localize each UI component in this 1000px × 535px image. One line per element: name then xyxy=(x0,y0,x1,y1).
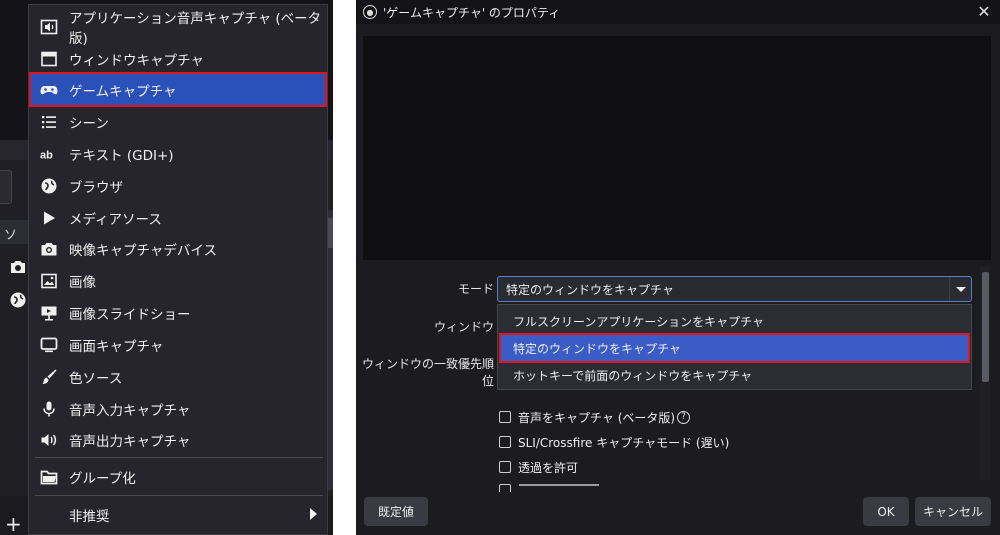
camera-icon xyxy=(9,258,27,276)
dialog-footer: 既定値 OK キャンセル xyxy=(356,492,1000,535)
obs-sources-panel: ソ + アプリケーション音声キャプチャ (ベータ版) ウィンドウキャプチャ ゲー… xyxy=(0,0,333,535)
folder-icon xyxy=(39,467,59,487)
scene-filter-field[interactable] xyxy=(0,170,12,204)
allow-transparency-row[interactable]: 透過を許可 xyxy=(499,457,578,477)
match-priority-label: ウィンドウの一致優先順位 xyxy=(361,357,494,388)
add-source-icon[interactable]: + xyxy=(5,514,22,534)
properties-scrollbar[interactable] xyxy=(980,266,990,480)
menu-item-label: 画像スライドショー xyxy=(69,306,191,323)
mode-select[interactable]: 特定のウィンドウをキャプチャ xyxy=(497,276,972,302)
microphone-icon xyxy=(39,399,59,419)
sources-dock-header: ソ xyxy=(0,220,30,244)
sli-crossfire-checkbox[interactable] xyxy=(499,436,511,448)
globe-icon xyxy=(9,291,27,309)
help-icon[interactable]: ? xyxy=(677,410,691,424)
dialog-titlebar: ● 'ゲームキャプチャ' のプロパティ ✕ xyxy=(356,0,1000,24)
menu-item-image-slideshow[interactable]: 画像スライドショー xyxy=(31,297,325,328)
sli-crossfire-label: SLI/Crossfire キャプチャモード (遅い) xyxy=(518,435,730,450)
slideshow-icon xyxy=(39,303,59,323)
brush-icon xyxy=(39,367,59,387)
capture-audio-label: 音声をキャプチャ (ベータ版) xyxy=(518,410,676,425)
speaker-icon xyxy=(39,430,59,450)
menu-item-label: アプリケーション音声キャプチャ (ベータ版) xyxy=(69,10,322,47)
monitor-icon xyxy=(39,335,59,355)
gamepad-icon xyxy=(39,80,59,100)
scene-list-icon xyxy=(39,112,59,132)
menu-item-label: 音声出力キャプチャ xyxy=(69,433,191,450)
window-label: ウィンドウ xyxy=(433,320,494,334)
menu-item-game-capture[interactable]: ゲームキャプチャ xyxy=(29,72,327,107)
menu-item-audio-output-capture[interactable]: 音声出力キャプチャ xyxy=(31,424,325,455)
menu-item-scene[interactable]: シーン xyxy=(31,106,325,137)
dialog-title: 'ゲームキャプチャ' のプロパティ xyxy=(383,5,561,20)
menu-item-image[interactable]: 画像 xyxy=(31,265,325,296)
menu-separator xyxy=(35,495,323,496)
play-icon xyxy=(39,208,59,228)
ok-button[interactable]: OK xyxy=(863,497,909,526)
text-ab-icon: ab xyxy=(39,144,59,164)
menu-item-label: ゲームキャプチャ xyxy=(69,83,177,100)
menu-item-label: 色ソース xyxy=(69,370,123,387)
menu-item-label: 非推奨 xyxy=(69,508,110,525)
image-icon xyxy=(39,271,59,291)
menu-item-app-audio-capture[interactable]: アプリケーション音声キャプチャ (ベータ版) xyxy=(31,11,325,47)
defaults-button[interactable]: 既定値 xyxy=(364,497,428,526)
cancel-button[interactable]: キャンセル xyxy=(915,497,991,526)
mode-option-fullscreen[interactable]: フルスクリーンアプリケーションをキャプチャ xyxy=(501,308,968,334)
menu-item-window-capture[interactable]: ウィンドウキャプチャ xyxy=(31,43,325,74)
menu-item-label: テキスト (GDI+) xyxy=(69,147,174,164)
mode-dropdown-list: フルスクリーンアプリケーションをキャプチャ 特定のウィンドウをキャプチャ ホット… xyxy=(497,304,972,390)
allow-transparency-label: 透過を許可 xyxy=(518,460,579,475)
add-source-menu: アプリケーション音声キャプチャ (ベータ版) ウィンドウキャプチャ ゲームキャプ… xyxy=(28,4,328,535)
menu-separator xyxy=(35,457,323,458)
sli-crossfire-row[interactable]: SLI/Crossfire キャプチャモード (遅い) xyxy=(499,432,729,452)
menu-item-label: メディアソース xyxy=(69,211,162,228)
close-icon[interactable]: ✕ xyxy=(974,2,994,22)
allow-transparency-checkbox[interactable] xyxy=(499,461,511,473)
menu-item-browser[interactable]: ブラウザ xyxy=(31,170,325,201)
menu-item-display-capture[interactable]: 画面キャプチャ xyxy=(31,329,325,360)
chevron-right-icon xyxy=(310,508,317,520)
capture-preview xyxy=(363,36,991,260)
menu-item-color-source[interactable]: 色ソース xyxy=(31,361,325,392)
mode-option-specific-window[interactable]: 特定のウィンドウをキャプチャ xyxy=(499,333,970,363)
menu-item-media-source[interactable]: メディアソース xyxy=(31,202,325,233)
scrollbar-thumb[interactable] xyxy=(982,272,989,382)
menu-item-group[interactable]: グループ化 xyxy=(31,461,325,492)
clipped-option-row xyxy=(499,484,619,492)
menu-item-label: シーン xyxy=(69,115,109,132)
menu-item-label: グループ化 xyxy=(69,470,136,487)
capture-audio-checkbox[interactable] xyxy=(499,411,511,423)
chevron-down-icon[interactable] xyxy=(949,277,971,301)
menu-item-label: ウィンドウキャプチャ xyxy=(69,52,204,69)
menu-item-label: 画像 xyxy=(69,274,96,291)
menu-item-audio-input-capture[interactable]: 音声入力キャプチャ xyxy=(31,393,325,424)
app-audio-capture-icon xyxy=(39,17,59,37)
menu-item-label: 音声入力キャプチャ xyxy=(69,402,191,419)
globe-icon xyxy=(39,176,59,196)
mode-option-hotkey-foreground[interactable]: ホットキーで前面のウィンドウをキャプチャ xyxy=(501,362,968,388)
camera-icon xyxy=(39,239,59,259)
menu-item-video-capture-device[interactable]: 映像キャプチャデバイス xyxy=(31,233,325,264)
menu-item-deprecated[interactable]: 非推奨 xyxy=(31,499,325,530)
mode-label: モード xyxy=(457,282,494,296)
svg-text:ab: ab xyxy=(40,149,53,161)
menu-item-label: 映像キャプチャデバイス xyxy=(69,242,217,259)
game-capture-properties-dialog: ● 'ゲームキャプチャ' のプロパティ ✕ モード 特定のウィンドウをキャプチャ… xyxy=(356,0,1000,535)
window-capture-icon xyxy=(39,49,59,69)
obs-logo-icon: ● xyxy=(363,5,377,19)
menu-item-label: 画面キャプチャ xyxy=(69,338,164,355)
mode-select-value: 特定のウィンドウをキャプチャ xyxy=(506,282,674,297)
menu-item-text-gdi[interactable]: ab テキスト (GDI+) xyxy=(31,138,325,169)
menu-item-label: ブラウザ xyxy=(69,179,123,196)
capture-audio-row[interactable]: 音声をキャプチャ (ベータ版) ? xyxy=(499,407,691,427)
